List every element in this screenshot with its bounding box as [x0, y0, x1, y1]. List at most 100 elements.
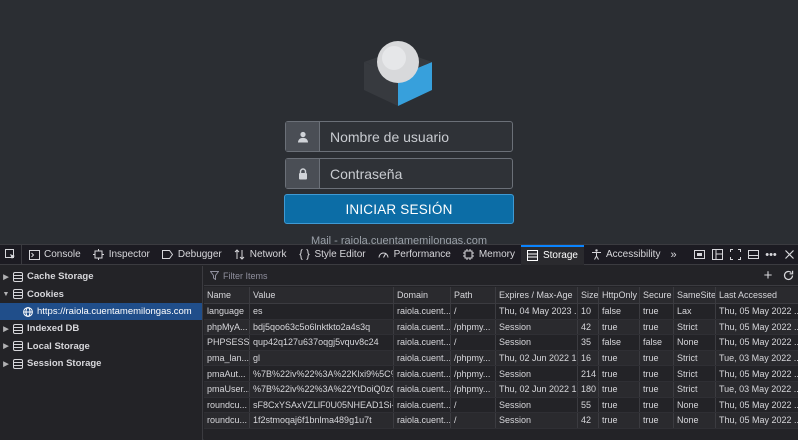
password-input[interactable]: Contraseña [320, 159, 512, 188]
tree-cookies[interactable]: ▼ Cookies [0, 286, 202, 304]
table-row[interactable]: phpMyA... bdj5qoo63c5o6lnktkto2a4s3q raiol… [204, 319, 798, 336]
expand-arrow-icon[interactable]: ▶ [0, 325, 12, 333]
table-cell: true [640, 350, 674, 366]
table-cell: pmaAut... [204, 366, 250, 381]
table-cell: es [250, 304, 394, 319]
screenshot-icon[interactable] [726, 245, 744, 265]
table-cell: Session [496, 413, 578, 428]
table-cell: raiola.cuent... [394, 413, 451, 428]
column-header[interactable]: Last Accessed [716, 287, 798, 303]
column-header[interactable]: Name [204, 287, 250, 303]
table-cell: 10 [578, 304, 599, 319]
user-icon [286, 122, 320, 151]
memory-icon [463, 249, 475, 261]
column-header[interactable]: Value [250, 287, 394, 303]
tree-indexed-db[interactable]: ▶ Indexed DB [0, 320, 202, 338]
column-header[interactable]: HttpOnly [599, 287, 640, 303]
element-picker-icon[interactable] [0, 244, 22, 265]
table-cell: Thu, 05 May 2022 ... [719, 399, 798, 410]
responsive-design-icon[interactable] [690, 245, 708, 265]
table-cell: %7B%22iv%22%3A%22YtDoiQ0zQ5... [250, 381, 394, 397]
tree-cookie-origin[interactable]: https://raiola.cuentamemilongas.com [0, 303, 202, 320]
tree-session-storage[interactable]: ▶ Session Storage [0, 355, 202, 373]
table-cell: / [451, 335, 496, 350]
table-cell: pmaUser... [204, 381, 250, 397]
username-field[interactable]: Nombre de usuario [285, 121, 513, 152]
table-cell: raiola.cuent... [394, 397, 451, 413]
table-cell: true [599, 397, 640, 413]
filter-input[interactable]: Filter Items [223, 271, 268, 281]
login-button[interactable]: INICIAR SESIÓN [284, 194, 514, 224]
table-cell: true [640, 381, 674, 397]
collapse-arrow-icon[interactable]: ▼ [0, 291, 12, 298]
table-cell: %7B%22iv%22%3A%22Klxi9%5C%2... [250, 366, 394, 381]
table-cell: true [599, 366, 640, 381]
table-cell: true [640, 304, 674, 319]
table-cell: qup42q127u637oqgj5vquv8c24 [250, 335, 394, 350]
column-header[interactable]: Domain [394, 287, 451, 303]
tree-local-storage[interactable]: ▶ Local Storage [0, 338, 202, 356]
password-field[interactable]: Contraseña [285, 158, 513, 189]
table-row[interactable]: pma_lan... gl raiola.cuent.../phpmy... Thu,… [204, 350, 798, 367]
table-cell: Session [496, 397, 578, 413]
table-cell: / [451, 413, 496, 428]
table-cell: Strict [674, 350, 716, 366]
dock-side-icon[interactable] [744, 245, 762, 265]
table-row[interactable]: roundcu... 1f2stmoqaj6f1bnlma489g1u7t raio… [204, 413, 798, 429]
expand-arrow-icon[interactable]: ▶ [0, 360, 12, 368]
table-cell: 16 [578, 350, 599, 366]
tab-memory[interactable]: Memory [457, 245, 521, 265]
table-cell: false [599, 335, 640, 350]
table-cell: /phpmy... [451, 381, 496, 397]
style-editor-icon [298, 249, 310, 261]
table-row[interactable]: pmaAut...%7B%22iv%22%3A%22Klxi9%5C%2...r… [204, 366, 798, 382]
table-cell: Session [496, 319, 578, 335]
table-cell: /phpmy... [451, 350, 496, 366]
database-icon [12, 358, 24, 370]
table-cell: gl [250, 350, 394, 366]
devtools-panel: Console Inspector Debugger Network Style… [0, 244, 798, 440]
table-cell: 42 [578, 413, 599, 428]
storage-sidebar: ▶ Cache Storage ▼ Cookies https://raiola.c… [0, 266, 203, 440]
tab-debugger[interactable]: Debugger [156, 245, 228, 265]
tab-inspector[interactable]: Inspector [87, 245, 156, 265]
cookies-table: Name Value Domain Path Expires / Max-Age… [204, 287, 798, 429]
column-header[interactable]: Expires / Max-Age [496, 287, 578, 303]
column-header[interactable]: Size [578, 287, 599, 303]
table-cell: roundcu... [204, 413, 250, 428]
column-header[interactable]: Path [451, 287, 496, 303]
expand-arrow-icon[interactable]: ▶ [0, 342, 12, 350]
add-item-icon[interactable]: + [758, 267, 778, 285]
close-icon[interactable] [780, 245, 798, 265]
tab-accessibility[interactable]: Accessibility [584, 245, 666, 265]
login-page: Nombre de usuario Contraseña INICIAR SES… [0, 0, 798, 244]
tab-style-editor[interactable]: Style Editor [292, 245, 371, 265]
network-icon [234, 249, 246, 261]
tab-network[interactable]: Network [228, 245, 293, 265]
refresh-icon[interactable] [778, 267, 798, 285]
more-options-icon[interactable]: ••• [762, 245, 780, 265]
table-row[interactable]: roundcu...sF8CxYSAxVZLlF0U05NHEAD1Si-16.… [204, 397, 798, 414]
table-cell: raiola.cuent... [394, 381, 451, 397]
table-cell: true [640, 397, 674, 413]
username-input[interactable]: Nombre de usuario [320, 122, 512, 151]
tab-storage[interactable]: Storage [520, 244, 584, 265]
frame-picker-icon[interactable] [708, 245, 726, 265]
database-icon [12, 323, 24, 335]
column-header[interactable]: SameSite [674, 287, 716, 303]
tab-console[interactable]: Console [22, 245, 87, 265]
column-header[interactable]: Secure [640, 287, 674, 303]
expand-arrow-icon[interactable]: ▶ [0, 273, 12, 281]
accessibility-icon [590, 249, 602, 261]
globe-icon [22, 306, 34, 318]
table-cell: 35 [578, 335, 599, 350]
table-row[interactable]: PHPSESS...qup42q127u637oqgj5vquv8c24raio… [204, 335, 798, 351]
more-tabs-icon[interactable]: » [666, 245, 680, 265]
tab-performance[interactable]: Performance [372, 245, 457, 265]
table-cell: false [599, 304, 640, 319]
table-cell: Thu, 05 May 2022 ... [719, 415, 798, 426]
table-row[interactable]: language es raiola.cuent... / Thu, 04 May 20… [204, 304, 798, 320]
table-row[interactable]: pmaUser... %7B%22iv%22%3A%22YtDoiQ0zQ5...… [204, 381, 798, 398]
tree-cache-storage[interactable]: ▶ Cache Storage [0, 268, 202, 286]
lock-icon [286, 159, 320, 188]
